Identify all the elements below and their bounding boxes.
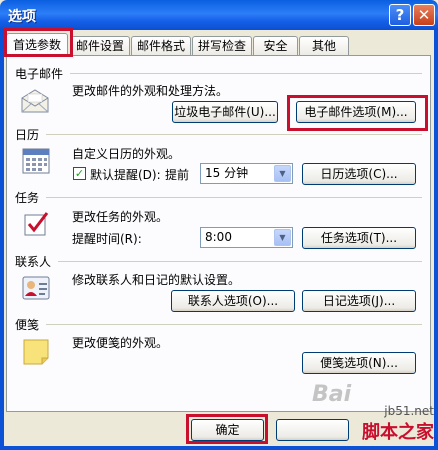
help-button[interactable]: ? xyxy=(389,4,411,26)
calendar-options-button[interactable]: 日历选项(C)... xyxy=(302,163,416,185)
email-options-highlight-box xyxy=(287,95,428,131)
task-options-button[interactable]: 任务选项(T)... xyxy=(302,227,416,249)
email-description: 更改邮件的外观和处理方法。 xyxy=(72,84,229,98)
tab-spelling[interactable]: 拼写检查 xyxy=(192,36,252,55)
window-title: 选项 xyxy=(8,9,36,25)
watermark-url: jb51.net xyxy=(384,404,434,418)
default-reminder-label: 默认提醒(D): xyxy=(90,168,161,182)
sticky-note-icon xyxy=(23,339,49,365)
divider xyxy=(46,134,422,135)
tab-security[interactable]: 安全 xyxy=(253,36,298,55)
junk-email-button[interactable]: 垃圾电子邮件(U)... xyxy=(172,101,278,123)
section-title-calendar: 日历 xyxy=(15,128,40,142)
help-icon: ? xyxy=(395,5,405,24)
close-button[interactable]: ✕ xyxy=(413,4,435,26)
site-watermark: jb51.net 脚本之家 xyxy=(362,404,434,444)
contact-card-icon xyxy=(22,276,50,300)
reminder-time-select[interactable]: 15 分钟 ▼ xyxy=(200,163,293,184)
calendar-icon xyxy=(22,148,50,174)
chevron-down-icon: ▼ xyxy=(274,229,291,246)
section-title-contacts: 联系人 xyxy=(15,255,52,269)
divider xyxy=(46,324,422,325)
tab-highlight-box xyxy=(4,28,73,57)
task-icon xyxy=(24,212,49,236)
note-options-button[interactable]: 便笺选项(N)... xyxy=(302,352,416,374)
baidu-watermark: Bai xyxy=(312,382,352,407)
tasks-description: 更改任务的外观。 xyxy=(72,210,169,224)
section-title-notes: 便笺 xyxy=(15,318,40,332)
section-title-tasks: 任务 xyxy=(15,191,40,205)
calendar-description: 自定义日历的外观。 xyxy=(72,147,181,161)
task-reminder-time-label: 提醒时间(R): xyxy=(72,232,142,246)
divider xyxy=(58,261,422,262)
title-bar: 选项 ? ✕ xyxy=(0,0,438,30)
contact-options-button[interactable]: 联系人选项(O)... xyxy=(171,290,295,312)
divider xyxy=(46,197,422,198)
ok-highlight-box xyxy=(186,414,268,444)
cancel-button[interactable] xyxy=(276,419,349,441)
contacts-description: 修改联系人和日记的默认设置。 xyxy=(72,273,241,287)
divider xyxy=(70,73,422,74)
tab-mail-format[interactable]: 邮件格式 xyxy=(131,36,191,55)
chevron-down-icon: ▼ xyxy=(274,165,291,182)
tab-mail-setup[interactable]: 邮件设置 xyxy=(70,36,130,55)
journal-options-button[interactable]: 日记选项(J)... xyxy=(302,290,416,312)
close-icon: ✕ xyxy=(417,5,431,24)
checkmark-icon: ✓ xyxy=(74,167,85,180)
section-title-email: 电子邮件 xyxy=(15,67,64,81)
notes-description: 更改便笺的外观。 xyxy=(72,336,169,350)
tab-other[interactable]: 其他 xyxy=(299,36,349,55)
default-reminder-checkbox[interactable]: ✓ xyxy=(73,167,86,180)
watermark-brand: 脚本之家 xyxy=(362,422,434,443)
before-label: 提前 xyxy=(165,168,190,182)
envelope-icon xyxy=(21,89,49,113)
task-reminder-time-select[interactable]: 8:00 ▼ xyxy=(200,227,293,248)
